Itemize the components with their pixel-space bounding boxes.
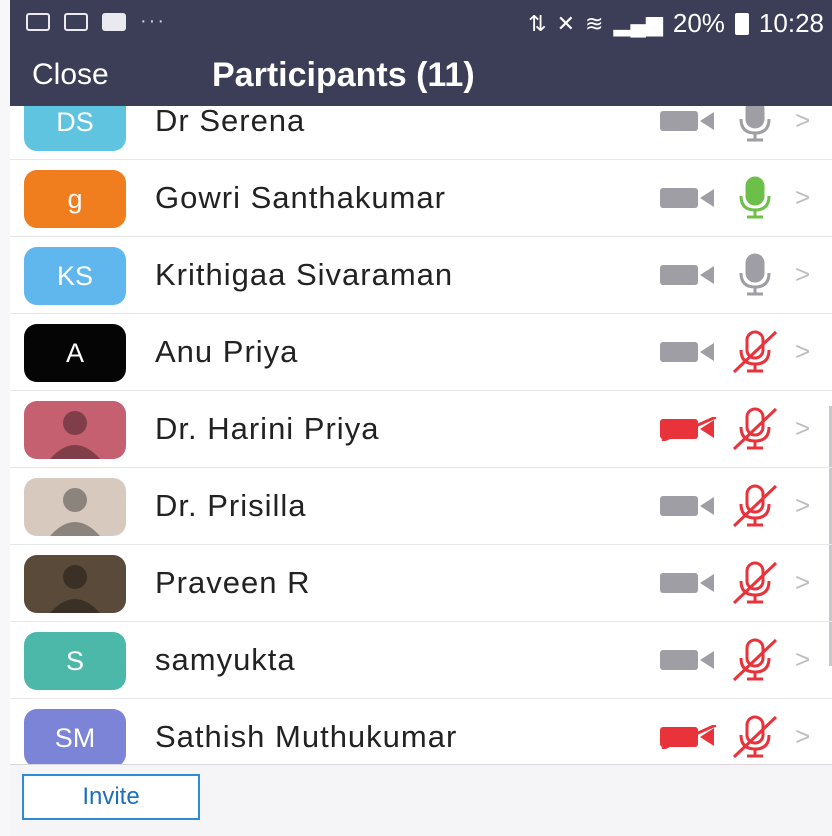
chevron-right-icon[interactable]: > [795,336,810,367]
avatar: A [24,324,126,382]
mic-muted-icon [732,561,778,605]
avatar: DS [24,106,126,151]
gmail-notification-icon [64,12,88,31]
video-camera-icon [660,571,718,595]
participant-list[interactable]: DS Dr Serena > g Gowri Santhakumar > KS Krith… [10,106,832,764]
mic-muted-icon [732,484,778,528]
participant-row[interactable]: Ssamyukta > [10,622,832,699]
participant-name: Krithigaa Sivaraman [155,257,454,292]
video-camera-icon [660,109,718,133]
participant-name: Anu Priya [155,334,299,369]
wifi-icon: ≋ [585,10,604,36]
video-off-icon [660,723,718,751]
chevron-right-icon[interactable]: > [795,721,810,752]
chevron-right-icon[interactable]: > [795,182,810,213]
video-off-icon [660,415,718,443]
bottom-toolbar: Invite [10,764,832,836]
participant-row[interactable]: SM Sathish Muthukumar > [10,699,832,764]
gallery-notification-icon [26,12,50,31]
participant-row[interactable]: Dr. Prisilla > [10,468,832,545]
participant-name: Dr Serena [155,106,306,138]
mic-muted-icon [732,638,778,682]
avatar: g [24,170,126,228]
avatar: KS [24,247,126,305]
mic-muted-icon [732,407,778,451]
microphone-icon [732,106,778,143]
participant-row[interactable]: A Anu Priya > [10,314,832,391]
microphone-icon [732,176,778,220]
participant-row[interactable]: KS Krithigaa Sivaraman > [10,237,832,314]
chevron-right-icon[interactable]: > [795,567,810,598]
clock: 10:28 [758,8,824,38]
chevron-right-icon[interactable]: > [795,644,810,675]
video-camera-icon [660,340,718,364]
participant-name: Dr. Prisilla [155,488,307,523]
chevron-right-icon[interactable]: > [795,490,810,521]
avatar: SM [24,709,126,764]
mic-muted-icon [732,330,778,374]
participant-row[interactable]: DS Dr Serena > [10,106,832,160]
youtube-notification-icon [102,12,126,31]
notification-icons: ··· [26,10,166,33]
participant-row[interactable]: g Gowri Santhakumar > [10,160,832,237]
video-camera-icon [660,186,718,210]
participant-name: samyukta [155,642,296,677]
data-transfer-icon: ⇅ [528,10,547,36]
page-title: Participants (11) [212,56,475,94]
video-camera-icon [660,494,718,518]
battery-percent: 20% [672,8,725,38]
invite-button[interactable]: Invite [22,774,200,820]
mic-muted-icon [732,715,778,759]
participant-name: Praveen R [155,565,311,600]
participants-header: Close Participants (11) [10,46,832,106]
video-camera-icon [660,263,718,287]
avatar [24,478,126,536]
avatar [24,401,126,459]
microphone-icon [732,253,778,297]
participant-name: Sathish Muthukumar [155,719,458,754]
close-button[interactable]: Close [32,58,109,92]
signal-icon: ▂▄▆ [613,10,663,36]
avatar: S [24,632,126,690]
chevron-right-icon[interactable]: > [795,413,810,444]
participant-row[interactable]: Dr. Harini Priya > [10,391,832,468]
video-camera-icon [660,648,718,672]
participant-row[interactable]: Praveen R > [10,545,832,622]
chevron-right-icon[interactable]: > [795,106,810,136]
participant-name: Dr. Harini Priya [155,411,380,446]
mute-icon: ✕ [556,10,575,36]
system-indicators: ⇅ ✕ ≋ ▂▄▆ 20% 10:28 [528,8,824,39]
chevron-right-icon[interactable]: > [795,259,810,290]
battery-icon [734,12,749,35]
status-bar: ··· ⇅ ✕ ≋ ▂▄▆ 20% 10:28 [10,0,832,46]
avatar [24,555,126,613]
participant-name: Gowri Santhakumar [155,180,446,215]
more-notifications-icon: ··· [140,10,166,32]
